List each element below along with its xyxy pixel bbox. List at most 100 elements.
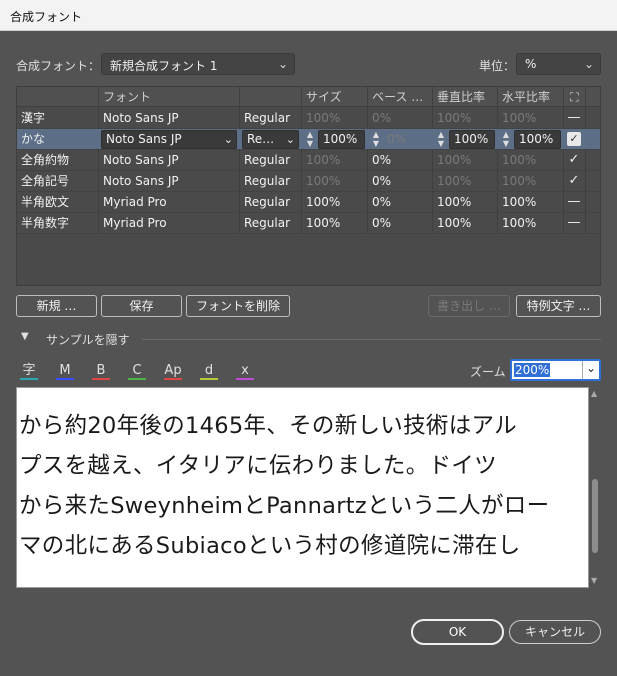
table-row[interactable]: 漢字 Noto Sans JP Regular 100% 0% 100% 100…: [17, 108, 600, 129]
baseline-stepper-icon: ▲ ▼: [372, 130, 380, 148]
checkmark-icon[interactable]: ✓: [567, 152, 581, 167]
underline: [200, 378, 218, 380]
vertical-scale-input[interactable]: 100%: [449, 130, 495, 149]
table-row[interactable]: 全角記号 Noto Sans JP Regular 100% 0% 100% 1…: [17, 171, 600, 192]
checkbox-icon[interactable]: ✓: [567, 132, 581, 146]
sample-line: プスを越え、イタリアに伝わりました。ドイツ: [19, 453, 497, 479]
row-vertical-scale[interactable]: 100%: [433, 108, 497, 129]
dash-icon[interactable]: —: [567, 194, 581, 209]
font-family-dropdown[interactable]: Noto Sans JP ⌄: [101, 130, 237, 149]
row-font[interactable]: Myriad Pro: [99, 213, 239, 234]
row-horizontal-scale[interactable]: 100%: [498, 213, 563, 234]
table-row[interactable]: 半角数字 Myriad Pro Regular 100% 0% 100% 100…: [17, 213, 600, 234]
row-size[interactable]: 100%: [302, 171, 367, 192]
row-style[interactable]: Regular: [240, 108, 301, 129]
scroll-up-icon[interactable]: ▲: [591, 389, 597, 398]
tool-glyph: Ap: [164, 363, 182, 378]
row-baseline[interactable]: 0%: [368, 108, 432, 129]
delete-font-button[interactable]: フォントを削除: [186, 295, 290, 317]
row-vertical-scale[interactable]: 100%: [433, 150, 497, 171]
row-horizontal-scale[interactable]: 100%: [498, 171, 563, 192]
horizontal-scale-value: 100%: [519, 132, 554, 146]
row-horizontal-scale[interactable]: 100%: [498, 192, 563, 213]
row-style[interactable]: Regular: [240, 192, 301, 213]
row-class-name: かな: [21, 132, 46, 146]
unit-value: %: [525, 57, 537, 71]
composite-font-value: 新規合成フォント 1: [110, 59, 218, 73]
font-style-value: Re…: [247, 132, 275, 146]
row-size[interactable]: 100%: [302, 150, 367, 171]
new-button[interactable]: 新規 …: [16, 295, 97, 317]
save-button[interactable]: 保存: [101, 295, 182, 317]
row-baseline[interactable]: 0%: [368, 213, 432, 234]
em-box-icon[interactable]: 字: [20, 362, 38, 380]
composite-font-table: フォント サイズ ベース … 垂直比率 水平比率 ⛶ 漢字 Noto Sans …: [16, 86, 601, 286]
dash-icon[interactable]: —: [567, 215, 581, 230]
table-row[interactable]: 全角約物 Noto Sans JP Regular 100% 0% 100% 1…: [17, 150, 600, 171]
table-row-selected[interactable]: かな Noto Sans JP ⌄ Re… ⌄ ▲ ▼ 100% ▲ ▼ 0% ▲ ▼…: [17, 129, 600, 150]
row-vertical-scale[interactable]: 100%: [433, 192, 497, 213]
hide-sample-toggle[interactable]: サンプルを隠す: [46, 331, 130, 348]
header-style[interactable]: [239, 87, 301, 107]
row-horizontal-scale[interactable]: 100%: [498, 108, 563, 129]
header-horizontal-scale[interactable]: 水平比率: [497, 87, 563, 107]
row-size[interactable]: 100%: [302, 192, 367, 213]
row-vertical-scale[interactable]: 100%: [433, 171, 497, 192]
horizontal-stepper-icon[interactable]: ▲ ▼: [499, 130, 513, 149]
collapse-triangle-icon[interactable]: ▼: [21, 331, 29, 342]
row-class-name: 漢字: [21, 111, 46, 125]
row-font[interactable]: Noto Sans JP: [99, 171, 239, 192]
checkmark-icon[interactable]: ✓: [567, 173, 581, 188]
tool-glyph: 字: [22, 363, 36, 378]
x-height-icon[interactable]: x: [236, 362, 254, 380]
row-style[interactable]: Regular: [240, 150, 301, 171]
title-bar: 合成フォント: [0, 0, 617, 31]
table-row[interactable]: 半角欧文 Myriad Pro Regular 100% 0% 100% 100…: [17, 192, 600, 213]
header-font[interactable]: フォント: [98, 87, 239, 107]
exception-characters-button[interactable]: 特例文字 …: [516, 295, 601, 317]
sample-line: から約20年後の1465年、その新しい技術はアル: [19, 413, 517, 439]
dash-icon[interactable]: —: [567, 110, 581, 125]
scroll-thumb[interactable]: [592, 479, 598, 553]
preview-scrollbar[interactable]: ▲ ▼: [589, 387, 601, 588]
row-baseline[interactable]: 0%: [368, 192, 432, 213]
size-input[interactable]: 100%: [318, 130, 365, 149]
cancel-button[interactable]: キャンセル: [509, 620, 601, 644]
row-vertical-scale[interactable]: 100%: [433, 213, 497, 234]
cap-height-icon[interactable]: C: [128, 362, 146, 380]
header-vertical-scale[interactable]: 垂直比率: [432, 87, 497, 107]
vertical-stepper-icon[interactable]: ▲ ▼: [434, 130, 448, 149]
composite-font-select[interactable]: 新規合成フォント 1 ⌄: [101, 53, 295, 75]
size-stepper-icon[interactable]: ▲ ▼: [303, 130, 317, 149]
row-font[interactable]: Noto Sans JP: [99, 108, 239, 129]
expand-icon[interactable]: ⛶: [563, 87, 585, 107]
tool-glyph: M: [59, 363, 71, 378]
ascender-icon[interactable]: d: [200, 362, 218, 380]
row-horizontal-scale[interactable]: 100%: [498, 150, 563, 171]
row-baseline[interactable]: 0%: [368, 171, 432, 192]
row-style[interactable]: Regular: [240, 171, 301, 192]
zoom-value[interactable]: 200%: [514, 363, 551, 377]
horizontal-scale-input[interactable]: 100%: [514, 130, 561, 149]
row-baseline[interactable]: 0%: [368, 150, 432, 171]
unit-select[interactable]: % ⌄: [516, 53, 601, 75]
font-style-dropdown[interactable]: Re… ⌄: [242, 130, 299, 149]
zoom-select[interactable]: 200% ⌄: [510, 359, 601, 381]
header-baseline[interactable]: ベース …: [367, 87, 432, 107]
row-style[interactable]: Regular: [240, 213, 301, 234]
ideographic-box-icon[interactable]: M: [56, 362, 74, 380]
table-header: フォント サイズ ベース … 垂直比率 水平比率 ⛶: [17, 87, 600, 107]
row-size[interactable]: 100%: [302, 213, 367, 234]
sample-preview: から約20年後の1465年、その新しい技術はアル プスを越え、イタリアに伝わりま…: [16, 387, 589, 588]
baseline-input: 0%: [387, 132, 407, 146]
header-size[interactable]: サイズ: [301, 87, 367, 107]
scroll-down-icon[interactable]: ▼: [591, 576, 597, 585]
ascender-descender-icon[interactable]: Ap: [164, 362, 182, 380]
row-font[interactable]: Myriad Pro: [99, 192, 239, 213]
baseline-icon[interactable]: B: [92, 362, 110, 380]
ok-button[interactable]: OK: [411, 619, 504, 645]
chevron-down-icon[interactable]: ⌄: [586, 361, 596, 375]
row-size[interactable]: 100%: [302, 108, 367, 129]
row-font[interactable]: Noto Sans JP: [99, 150, 239, 171]
chevron-down-icon: ⌄: [285, 133, 295, 146]
